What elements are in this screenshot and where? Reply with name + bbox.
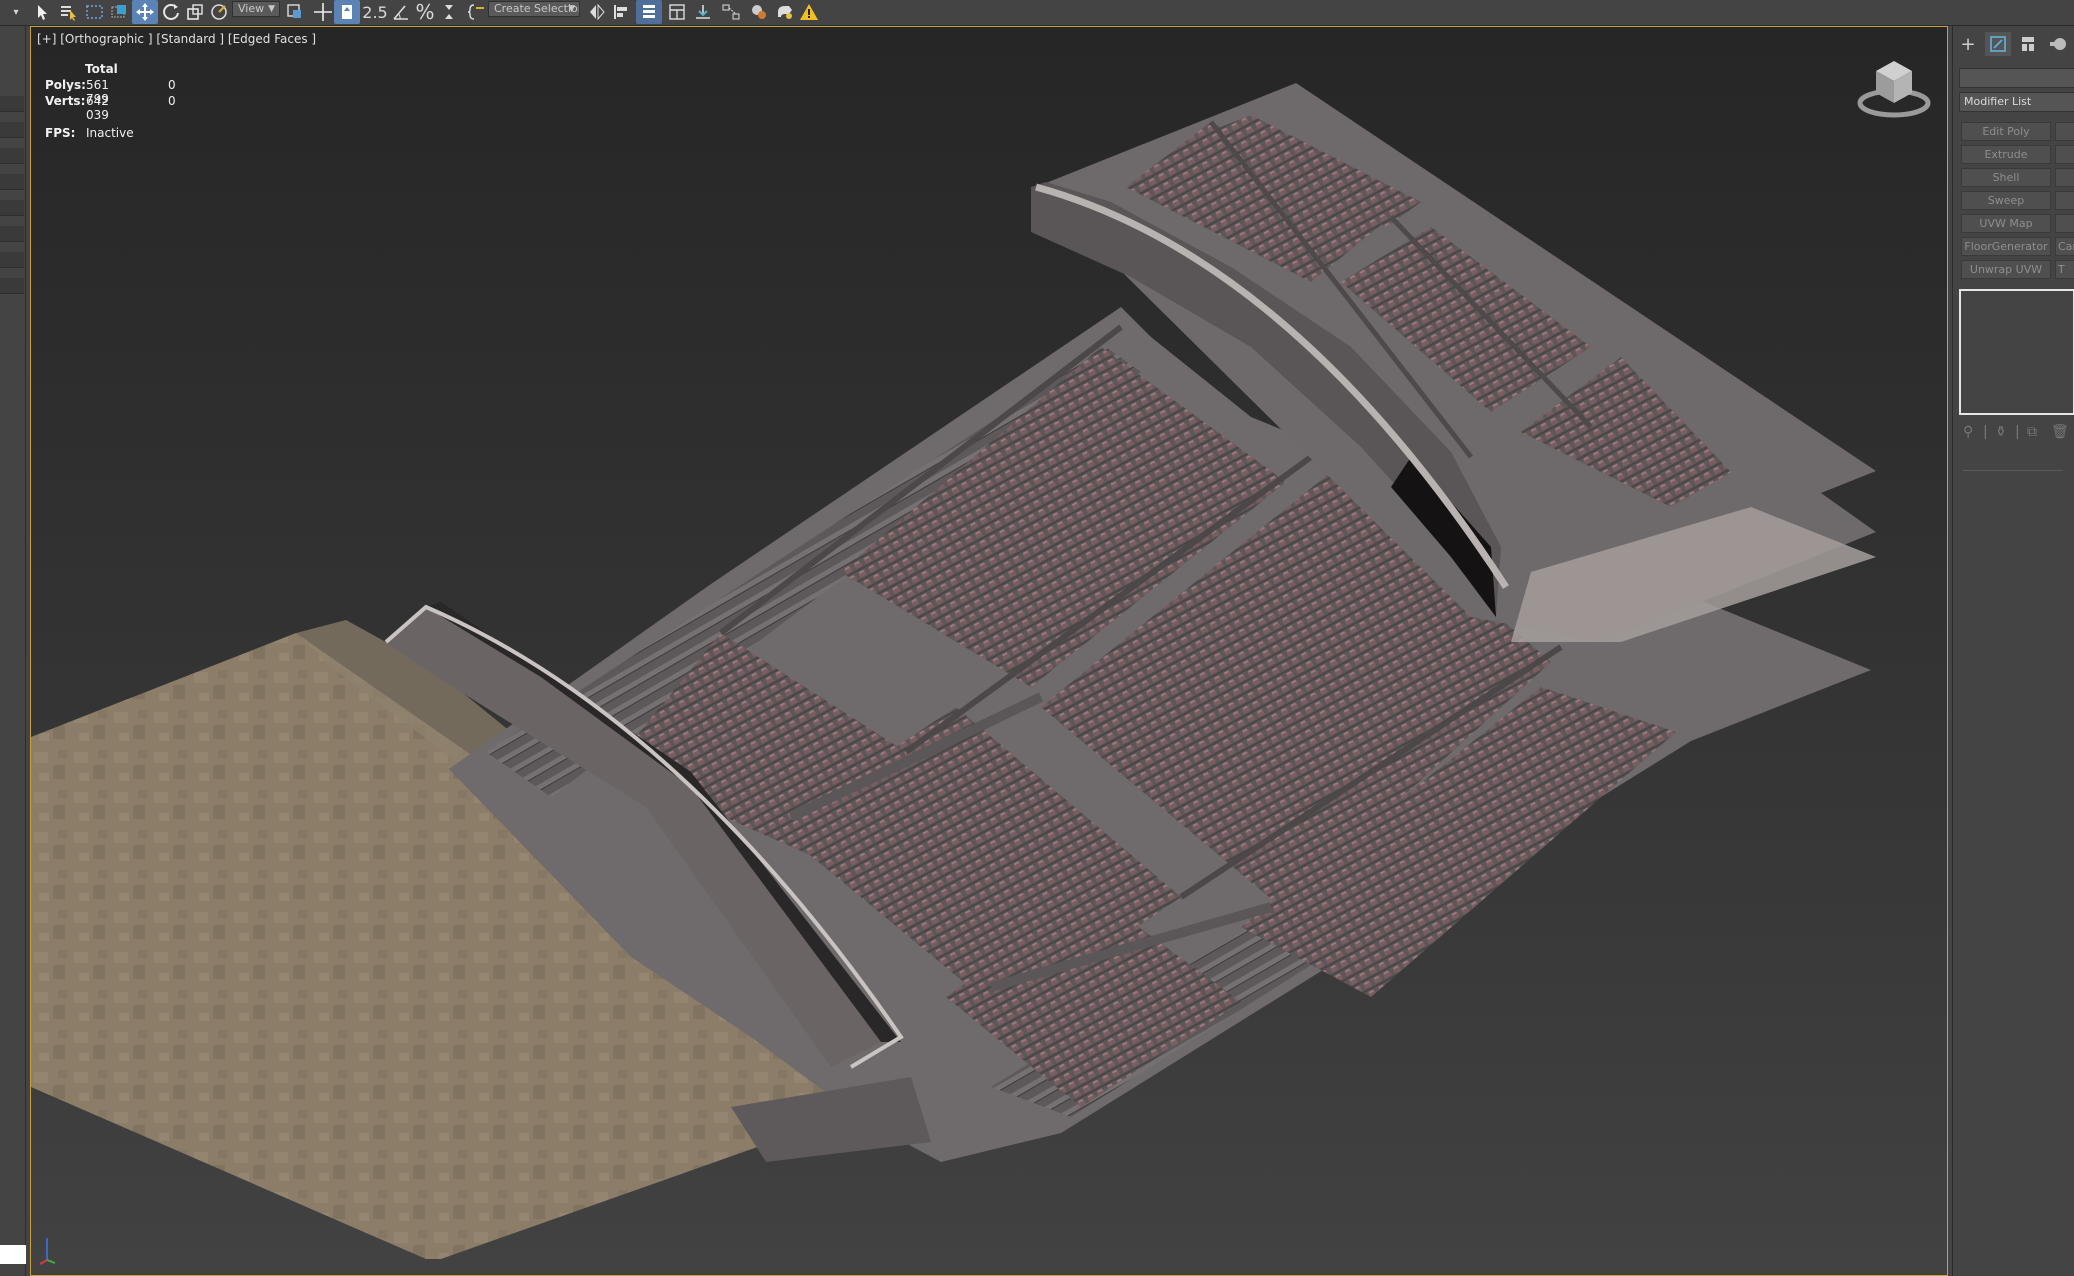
modifier-button-uvw-map[interactable]: UVW Map bbox=[1961, 214, 2051, 233]
percent-snap-label: % bbox=[415, 0, 435, 24]
stats-header: Total bbox=[85, 62, 118, 76]
left-side-panel bbox=[0, 26, 26, 1276]
object-name-field[interactable] bbox=[1959, 68, 2074, 88]
reference-coordinate-dropdown[interactable]: View ▼ bbox=[232, 1, 280, 17]
polys-label: Polys: bbox=[45, 78, 86, 92]
angle-snap-icon[interactable] bbox=[388, 0, 414, 24]
chevron-down-icon: ▼ bbox=[568, 4, 575, 14]
mirror-icon[interactable] bbox=[584, 0, 610, 24]
keyboard-shortcut-override-icon[interactable] bbox=[334, 0, 360, 24]
left-strip-tab[interactable] bbox=[0, 278, 24, 294]
layer-explorer-icon[interactable] bbox=[636, 0, 662, 24]
modifier-button-unwrap-uvw[interactable]: Unwrap UVW bbox=[1961, 260, 2051, 279]
modifier-button-extrude[interactable]: Extrude bbox=[1961, 145, 2051, 164]
schematic-view-icon[interactable] bbox=[718, 0, 744, 24]
modifier-button-secondary[interactable] bbox=[2055, 214, 2074, 233]
warning-icon[interactable] bbox=[796, 0, 822, 24]
modifier-button-secondary[interactable] bbox=[2055, 145, 2074, 164]
spinner-snap-icon[interactable] bbox=[436, 0, 462, 24]
modifier-button-secondary[interactable] bbox=[2055, 168, 2074, 187]
reference-coordinate-value: View bbox=[238, 2, 265, 15]
fps-value: Inactive bbox=[86, 126, 134, 140]
left-strip-tab[interactable] bbox=[0, 174, 24, 190]
create-tab-icon[interactable]: + bbox=[1955, 32, 1981, 56]
color-swatch[interactable] bbox=[0, 1245, 26, 1264]
perspective-viewport[interactable]: [+] [Orthographic ] [Standard ] [Edged F… bbox=[30, 26, 1948, 1276]
named-selection-dropdown[interactable]: Create Selection Se ▼ bbox=[488, 1, 580, 17]
modifier-button-secondary[interactable] bbox=[2055, 191, 2074, 210]
pin-stack-icon[interactable]: ⚲ bbox=[1963, 424, 1973, 440]
window-crossing-icon[interactable] bbox=[106, 0, 132, 24]
modifier-button-t[interactable]: T bbox=[2055, 260, 2074, 279]
rectangular-selection-icon[interactable] bbox=[82, 0, 108, 24]
left-strip-tab[interactable] bbox=[0, 200, 24, 216]
chevron-down-icon: ▼ bbox=[268, 4, 275, 14]
left-strip-tab[interactable] bbox=[0, 148, 24, 164]
left-strip-tab[interactable] bbox=[0, 252, 24, 268]
left-strip-tab[interactable] bbox=[0, 226, 24, 242]
remove-modifier-icon[interactable]: 🗑 bbox=[2051, 424, 2069, 440]
main-toolbar: ▾ View ▼ 2.5 % Create Selection ▼ bbox=[0, 0, 2074, 26]
stack-divider: | bbox=[2015, 424, 2020, 440]
rotate-icon[interactable] bbox=[158, 0, 184, 24]
axis-tripod-icon bbox=[39, 1238, 56, 1265]
snap-toggle-icon[interactable]: 2.5 bbox=[362, 0, 388, 24]
modifier-button-cam[interactable]: Cam bbox=[2055, 237, 2074, 256]
3dsmax-window: ▾ View ▼ 2.5 % Create Selection ▼ [+] [O… bbox=[0, 0, 2074, 1276]
select-and-place-icon[interactable] bbox=[310, 0, 336, 24]
polys-selected: 0 bbox=[168, 78, 176, 92]
auditorium-model bbox=[31, 83, 1876, 1259]
left-strip-tab[interactable] bbox=[0, 96, 24, 112]
modifier-button-floorgenerator[interactable]: FloorGenerator bbox=[1961, 237, 2051, 256]
viewport-label[interactable]: [+] [Orthographic ] [Standard ] [Edged F… bbox=[37, 32, 316, 46]
stack-toolbar: ⚲ | ⚱ | ⧉ 🗑 bbox=[1961, 424, 2074, 444]
curve-editor-icon[interactable] bbox=[690, 0, 716, 24]
align-icon[interactable] bbox=[608, 0, 634, 24]
modifier-button-shell[interactable]: Shell bbox=[1961, 168, 2051, 187]
select-manipulate-icon[interactable] bbox=[206, 0, 232, 24]
select-by-name-icon[interactable] bbox=[56, 0, 82, 24]
command-panel: + Modifier List Edit Poly Extrude Shell … bbox=[1952, 26, 2074, 1276]
percent-snap-icon[interactable]: % bbox=[412, 0, 438, 24]
make-unique-icon[interactable]: ⧉ bbox=[2027, 424, 2037, 440]
use-pivot-icon[interactable] bbox=[282, 0, 308, 24]
render-setup-icon[interactable] bbox=[772, 0, 798, 24]
modifier-list-dropdown[interactable]: Modifier List bbox=[1959, 92, 2074, 112]
toolbar-overflow-arrow-icon[interactable]: ▾ bbox=[8, 0, 24, 24]
modifier-stack[interactable] bbox=[1959, 289, 2074, 415]
modifier-list-label: Modifier List bbox=[1964, 95, 2032, 108]
select-object-icon[interactable] bbox=[30, 0, 56, 24]
verts-label: Verts: bbox=[45, 94, 86, 108]
modifier-button-secondary[interactable] bbox=[2055, 122, 2074, 141]
scale-icon[interactable] bbox=[182, 0, 208, 24]
verts-total: 642 039 bbox=[86, 94, 109, 122]
material-editor-icon[interactable] bbox=[746, 0, 772, 24]
modify-tab-icon[interactable] bbox=[1985, 32, 2011, 56]
verts-selected: 0 bbox=[168, 94, 176, 108]
panel-separator bbox=[1963, 470, 2063, 471]
motion-tab-icon[interactable] bbox=[2045, 32, 2071, 56]
hierarchy-tab-icon[interactable] bbox=[2015, 32, 2041, 56]
fps-label: FPS: bbox=[45, 126, 76, 140]
snap-toggle-label: 2.5 bbox=[362, 2, 388, 22]
view-cube-icon[interactable] bbox=[1854, 53, 1934, 123]
stack-divider: | bbox=[1983, 424, 1988, 440]
modifier-button-edit-poly[interactable]: Edit Poly bbox=[1961, 122, 2051, 141]
scene-explorer-icon[interactable] bbox=[664, 0, 690, 24]
edit-named-selection-icon[interactable] bbox=[464, 0, 490, 24]
show-end-result-icon[interactable]: ⚱ bbox=[1995, 424, 2007, 440]
left-strip-tab[interactable] bbox=[0, 122, 24, 138]
modifier-button-sweep[interactable]: Sweep bbox=[1961, 191, 2051, 210]
move-icon[interactable] bbox=[132, 0, 158, 24]
